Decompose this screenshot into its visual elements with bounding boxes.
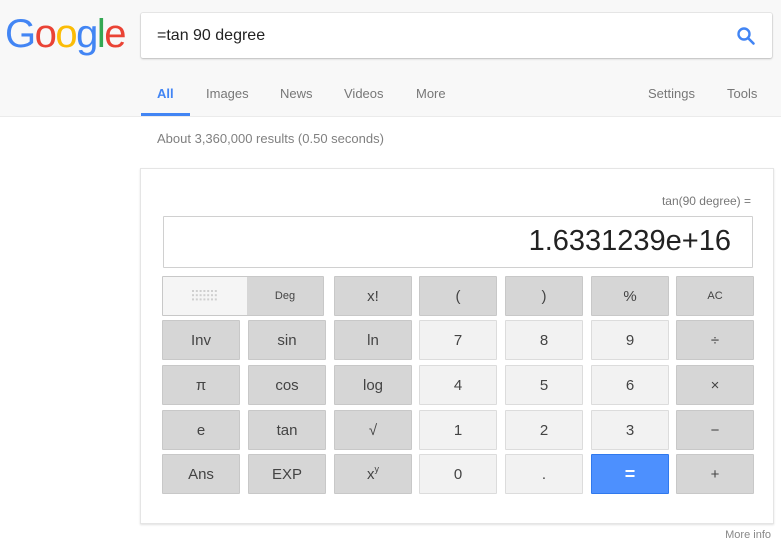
logo-letter: e — [104, 12, 126, 56]
calculator-display: 1.6331239e+16 — [163, 216, 753, 268]
tab-all[interactable]: All — [157, 86, 174, 101]
minus-button[interactable]: − — [676, 410, 754, 450]
plus-button[interactable]: + — [676, 454, 754, 494]
power-button[interactable]: xy — [334, 454, 412, 494]
cos-button[interactable]: cos — [248, 365, 326, 405]
tab-more[interactable]: More — [416, 86, 446, 101]
calculator-result: 1.6331239e+16 — [528, 225, 731, 257]
header: Google All Images News Videos More Setti… — [0, 0, 781, 117]
calculator-expression: tan(90 degree) = — [661, 194, 751, 208]
settings-link[interactable]: Settings — [648, 86, 695, 101]
logo-letter: l — [96, 12, 106, 56]
digit-2-button[interactable]: 2 — [505, 410, 583, 450]
logo-letter: o — [55, 12, 77, 56]
tab-images[interactable]: Images — [206, 86, 249, 101]
angle-mode-toggle: Deg — [162, 276, 324, 316]
deg-button[interactable]: Deg — [247, 277, 323, 315]
percent-button[interactable]: % — [591, 276, 669, 316]
digit-9-button[interactable]: 9 — [591, 320, 669, 360]
factorial-button[interactable]: x! — [334, 276, 412, 316]
digit-5-button[interactable]: 5 — [505, 365, 583, 405]
multiply-button[interactable]: × — [676, 365, 754, 405]
digit-8-button[interactable]: 8 — [505, 320, 583, 360]
pi-button[interactable]: π — [162, 365, 240, 405]
search-button[interactable] — [734, 24, 758, 48]
power-label: xy — [367, 463, 379, 483]
all-clear-button[interactable]: AC — [676, 276, 754, 316]
search-icon — [737, 27, 755, 45]
log-button[interactable]: log — [334, 365, 412, 405]
digit-0-button[interactable]: 0 — [419, 454, 497, 494]
inverse-button[interactable]: Inv — [162, 320, 240, 360]
digit-7-button[interactable]: 7 — [419, 320, 497, 360]
result-stats: About 3,360,000 results (0.50 seconds) — [157, 131, 384, 146]
active-tab-indicator — [141, 113, 190, 116]
divide-button[interactable]: ÷ — [676, 320, 754, 360]
logo-letter: o — [34, 12, 57, 56]
rad-button[interactable] — [163, 277, 247, 315]
sin-button[interactable]: sin — [248, 320, 326, 360]
digit-1-button[interactable]: 1 — [419, 410, 497, 450]
decimal-button[interactable]: . — [505, 454, 583, 494]
digit-6-button[interactable]: 6 — [591, 365, 669, 405]
tab-videos[interactable]: Videos — [344, 86, 384, 101]
search-input[interactable] — [157, 13, 717, 58]
open-paren-button[interactable]: ( — [419, 276, 497, 316]
logo-letter: G — [5, 12, 36, 56]
exp-button[interactable]: EXP — [248, 454, 326, 494]
tools-link[interactable]: Tools — [727, 86, 757, 101]
calculator-card: tan(90 degree) = 1.6331239e+16 Deg x!()%… — [140, 168, 774, 524]
tab-news[interactable]: News — [280, 86, 313, 101]
equals-button[interactable]: = — [591, 454, 669, 494]
digit-4-button[interactable]: 4 — [419, 365, 497, 405]
ln-button[interactable]: ln — [334, 320, 412, 360]
close-paren-button[interactable]: ) — [505, 276, 583, 316]
google-logo[interactable]: Google — [5, 12, 126, 56]
search-box — [141, 13, 772, 58]
logo-letter: g — [76, 12, 98, 56]
answer-button[interactable]: Ans — [162, 454, 240, 494]
sqrt-button[interactable]: √ — [334, 410, 412, 450]
dotted-grid-icon — [192, 290, 217, 301]
tan-button[interactable]: tan — [248, 410, 326, 450]
more-info-link[interactable]: More info — [725, 529, 771, 541]
euler-button[interactable]: e — [162, 410, 240, 450]
digit-3-button[interactable]: 3 — [591, 410, 669, 450]
